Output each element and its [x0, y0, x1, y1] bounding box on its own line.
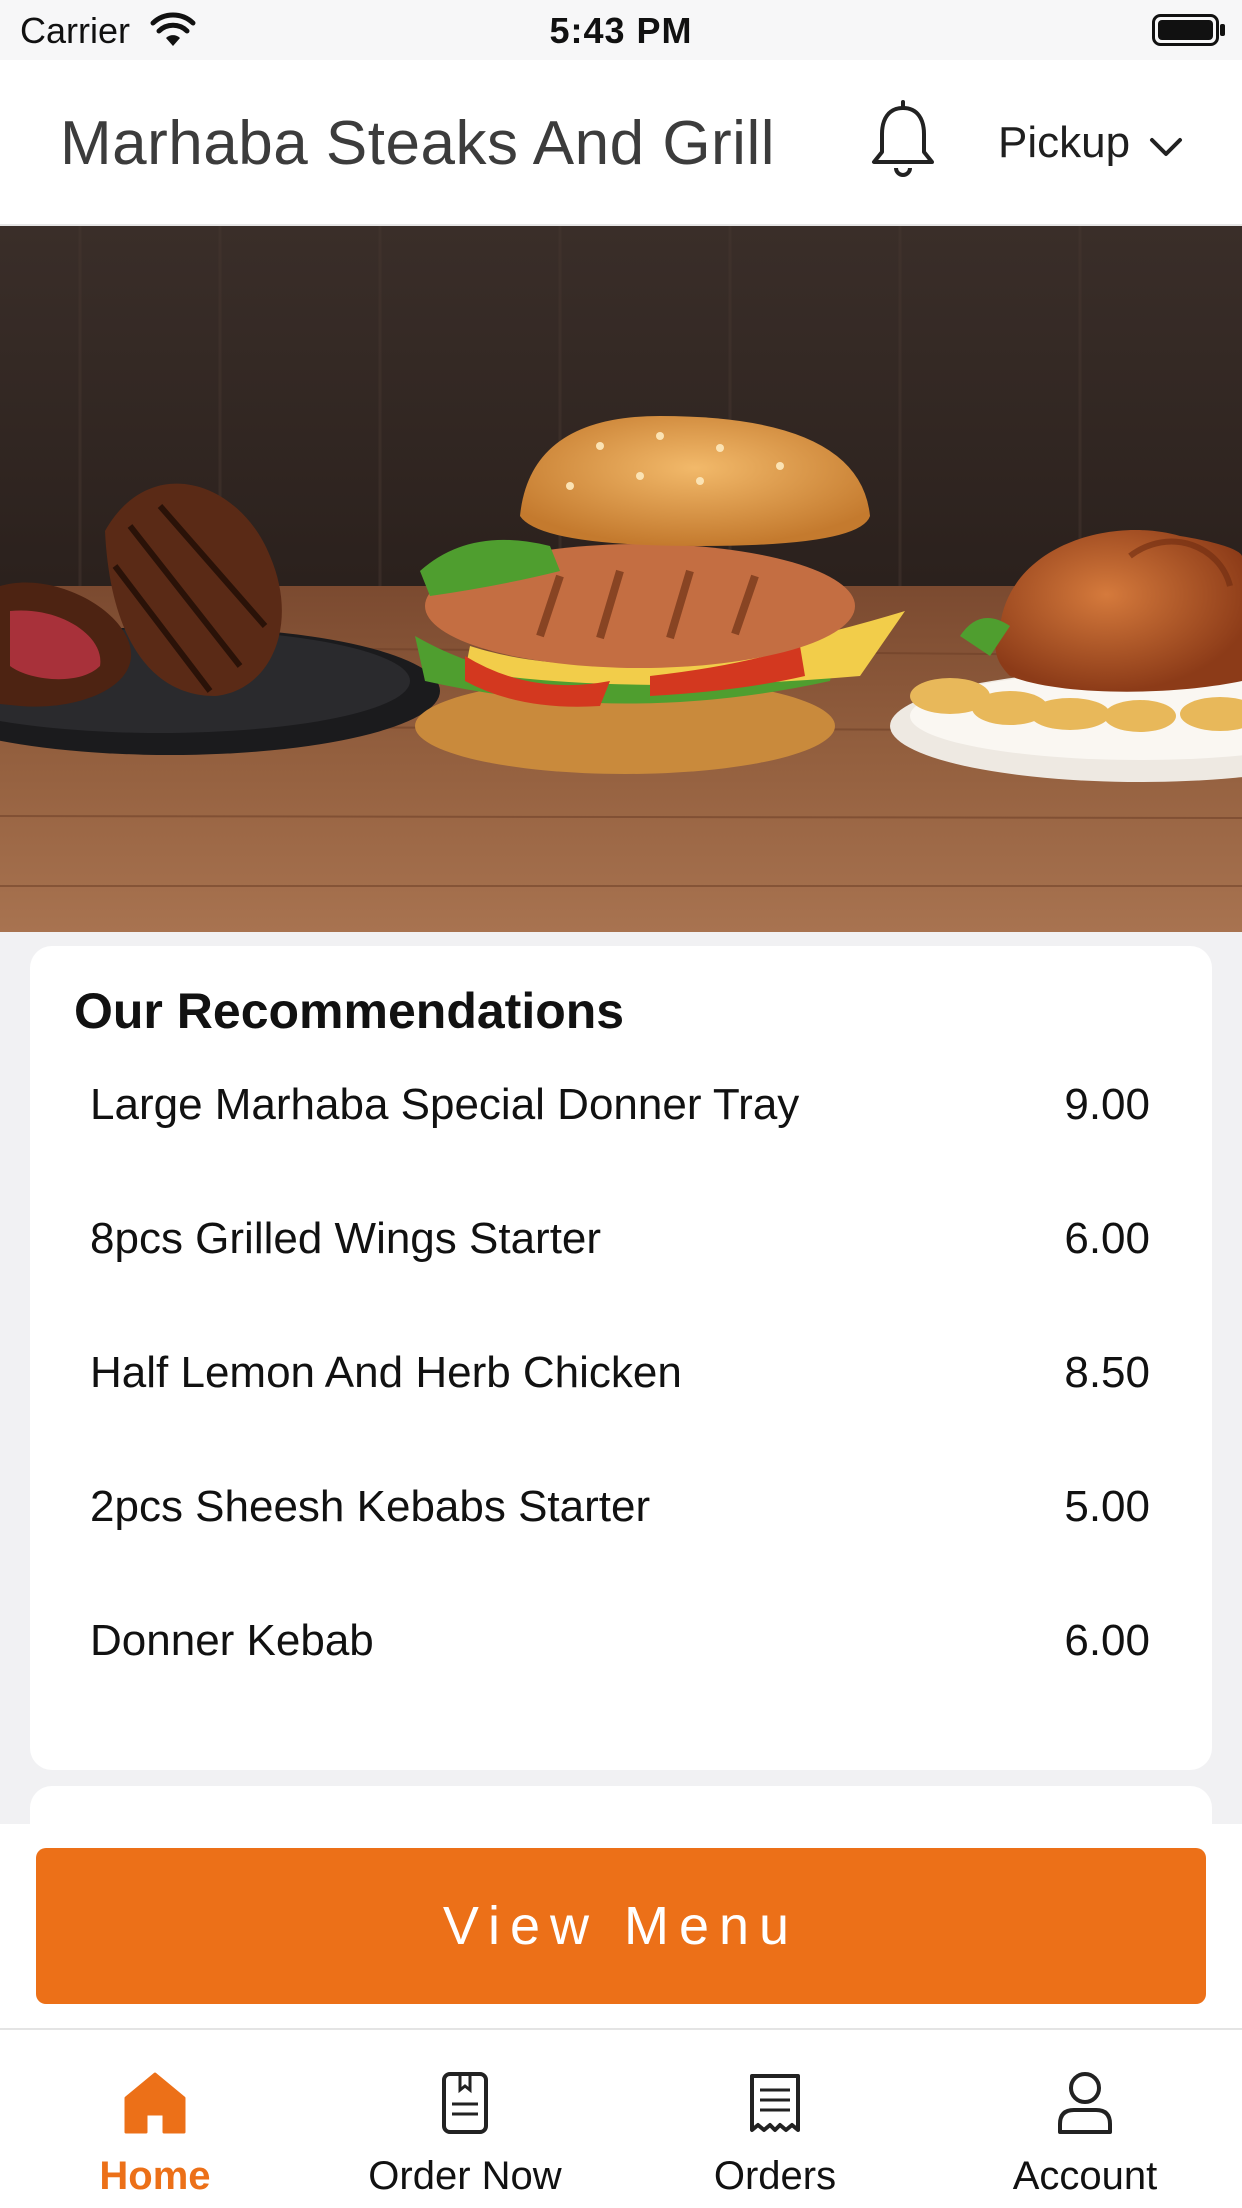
- item-name: 8pcs Grilled Wings Starter: [90, 1214, 602, 1263]
- chevron-down-icon[interactable]: [1148, 134, 1184, 160]
- tab-orders[interactable]: Orders: [620, 2030, 930, 2208]
- battery-icon: [1152, 14, 1225, 46]
- item-name: Donner Kebab: [90, 1616, 374, 1665]
- tab-account[interactable]: Account: [930, 2030, 1240, 2208]
- item-name: Large Marhaba Special Donner Tray: [90, 1080, 800, 1129]
- status-bar: Carrier 5:43 PM: [0, 0, 1242, 60]
- recommendation-item[interactable]: 8pcs Grilled Wings Starter 6.00: [30, 1200, 1212, 1334]
- view-menu-button[interactable]: View Menu: [36, 1848, 1206, 2004]
- home-icon: [124, 2072, 186, 2134]
- notification-bell-icon[interactable]: [868, 100, 938, 180]
- order-mode-selector[interactable]: Pickup: [998, 118, 1130, 168]
- bottom-tab-bar: Home Order Now Orders Account: [0, 2028, 1242, 2208]
- item-price: 6.00: [1064, 1616, 1150, 1665]
- item-price: 6.00: [1064, 1214, 1150, 1263]
- hero-food-image: [0, 226, 1242, 932]
- item-name: Half Lemon And Herb Chicken: [90, 1348, 682, 1397]
- tab-label: Home: [99, 2154, 211, 2198]
- store-title: Marhaba Steaks And Grill: [60, 109, 776, 178]
- app-header: Marhaba Steaks And Grill Pickup: [0, 60, 1242, 226]
- item-price: 9.00: [1064, 1080, 1150, 1129]
- tab-label: Orders: [713, 2154, 837, 2198]
- tab-label: Account: [1012, 2154, 1158, 2198]
- item-name: 2pcs Sheesh Kebabs Starter: [90, 1482, 651, 1531]
- order-icon: [442, 2072, 488, 2134]
- receipt-icon: [750, 2074, 800, 2132]
- tab-order-now[interactable]: Order Now: [310, 2030, 620, 2208]
- recommendations-list: Large Marhaba Special Donner Tray 9.00 8…: [30, 1066, 1212, 1736]
- tab-home[interactable]: Home: [0, 2030, 310, 2208]
- cta-area: View Menu: [0, 1824, 1242, 2028]
- recommendations-card: Our Recommendations Large Marhaba Specia…: [30, 946, 1212, 1770]
- recommendation-item[interactable]: Large Marhaba Special Donner Tray 9.00: [30, 1066, 1212, 1200]
- user-icon: [1058, 2072, 1112, 2134]
- hero-banner: [0, 226, 1242, 932]
- recommendation-item[interactable]: 2pcs Sheesh Kebabs Starter 5.00: [30, 1468, 1212, 1602]
- recommendations-title: Our Recommendations: [74, 983, 625, 1039]
- recommendation-item[interactable]: Donner Kebab 6.00: [30, 1602, 1212, 1736]
- tab-label: Order Now: [368, 2154, 562, 2198]
- item-price: 5.00: [1064, 1482, 1150, 1531]
- item-price: 8.50: [1064, 1348, 1150, 1397]
- recommendation-item[interactable]: Half Lemon And Herb Chicken 8.50: [30, 1334, 1212, 1468]
- clock: 5:43 PM: [549, 10, 693, 51]
